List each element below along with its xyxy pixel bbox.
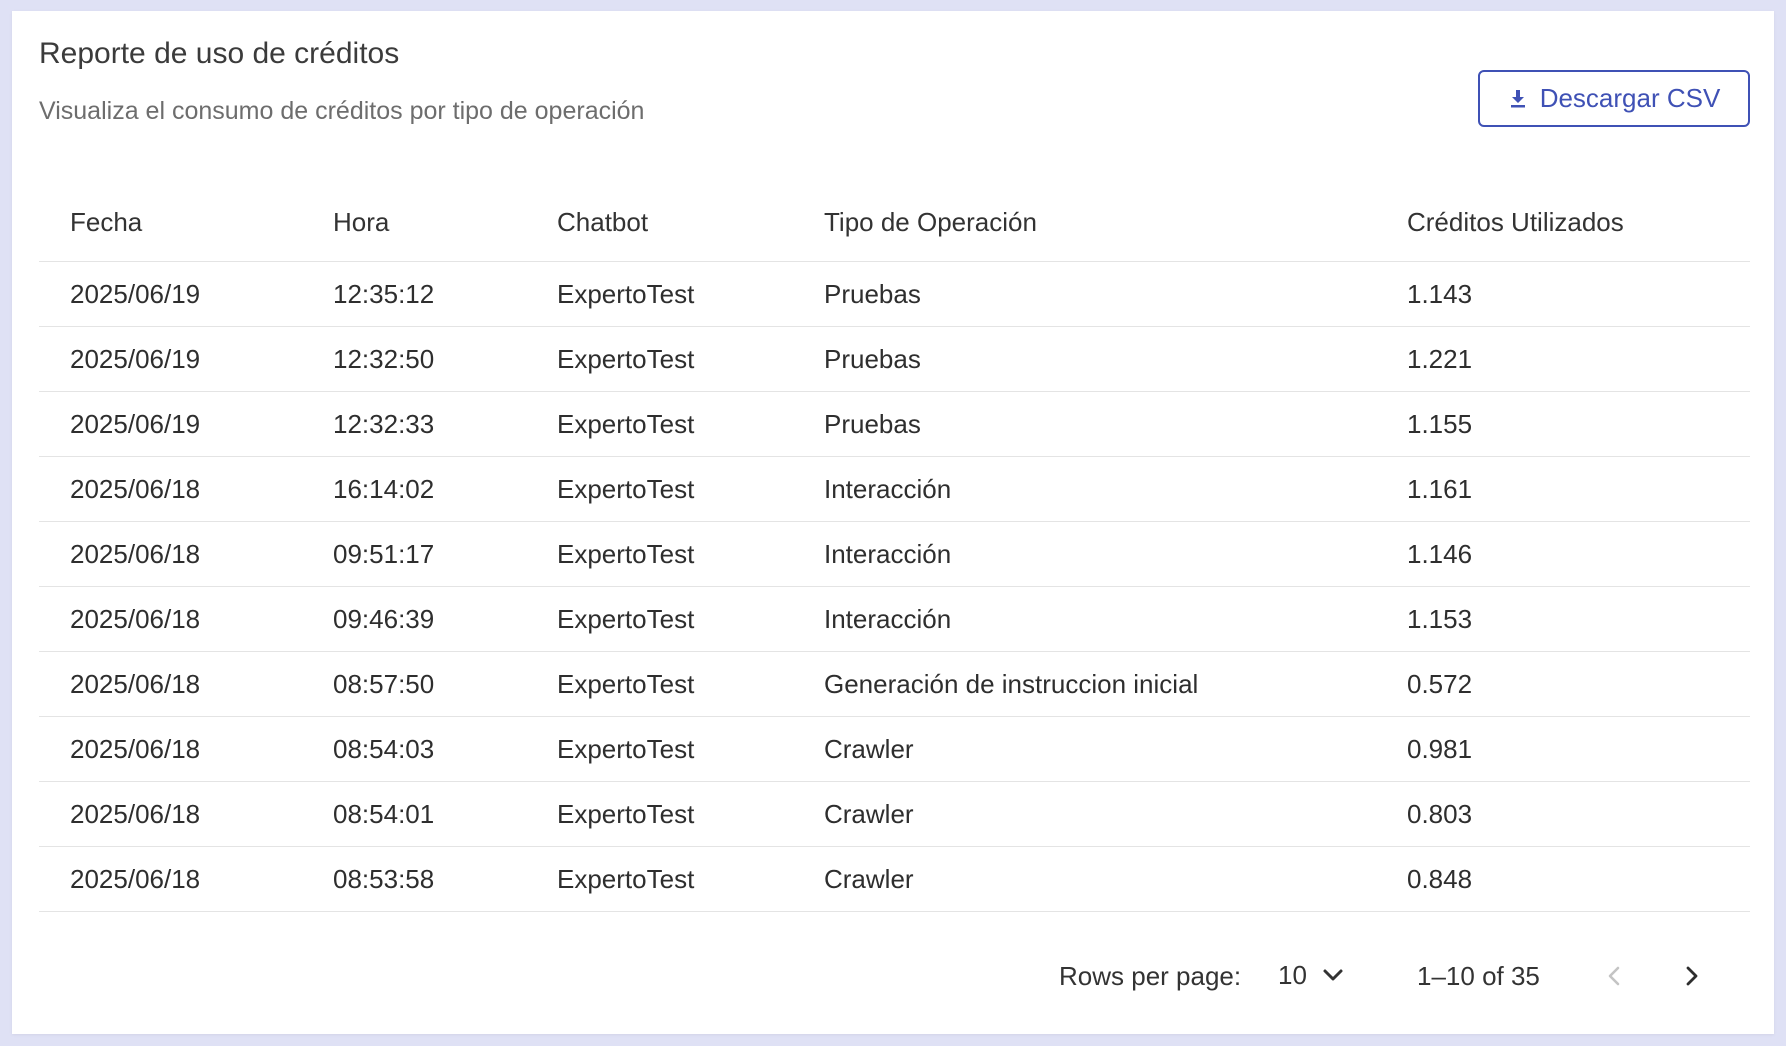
cell-chatbot: ExpertoTest bbox=[557, 863, 695, 894]
cell-creditos: 1.146 bbox=[1407, 538, 1473, 569]
column-header-hora[interactable]: Hora bbox=[302, 207, 526, 238]
chevron-down-icon bbox=[1323, 969, 1343, 981]
cell-tipo-operacion: Interacción bbox=[824, 473, 952, 504]
cell-hora: 12:32:33 bbox=[333, 408, 435, 439]
cell-tipo-operacion: Pruebas bbox=[824, 408, 921, 439]
column-header-chatbot[interactable]: Chatbot bbox=[526, 207, 793, 238]
cell-fecha: 2025/06/18 bbox=[70, 863, 201, 894]
credits-report-card: Reporte de uso de créditos Visualiza el … bbox=[12, 11, 1774, 1034]
cell-chatbot: ExpertoTest bbox=[557, 408, 695, 439]
cell-tipo-operacion: Crawler bbox=[824, 733, 914, 764]
cell-hora: 08:57:50 bbox=[333, 668, 435, 699]
cell-chatbot: ExpertoTest bbox=[557, 798, 695, 829]
pagination-range: 1–10 of 35 bbox=[1417, 961, 1540, 991]
table-row: 2025/06/18 09:51:17 ExpertoTest Interacc… bbox=[39, 522, 1750, 587]
table-row: 2025/06/18 16:14:02 ExpertoTest Interacc… bbox=[39, 457, 1750, 522]
cell-creditos: 1.221 bbox=[1407, 343, 1473, 374]
page-title: Reporte de uso de créditos bbox=[39, 37, 400, 70]
cell-hora: 08:54:03 bbox=[333, 733, 435, 764]
cell-hora: 09:51:17 bbox=[333, 538, 435, 569]
cell-chatbot: ExpertoTest bbox=[557, 278, 695, 309]
cell-fecha: 2025/06/18 bbox=[70, 668, 201, 699]
previous-page-button[interactable] bbox=[1595, 956, 1635, 996]
column-header-creditos-utilizados[interactable]: Créditos Utilizados bbox=[1376, 207, 1750, 238]
cell-creditos: 0.981 bbox=[1407, 733, 1473, 764]
cell-creditos: 0.803 bbox=[1407, 798, 1473, 829]
download-csv-button[interactable]: Descargar CSV bbox=[1478, 70, 1750, 127]
cell-chatbot: ExpertoTest bbox=[557, 343, 695, 374]
download-csv-label: Descargar CSV bbox=[1539, 83, 1721, 113]
page-subtitle: Visualiza el consumo de créditos por tip… bbox=[39, 97, 645, 125]
cell-fecha: 2025/06/18 bbox=[70, 473, 201, 504]
cell-hora: 09:46:39 bbox=[333, 603, 435, 634]
cell-fecha: 2025/06/18 bbox=[70, 538, 201, 569]
rows-per-page-value: 10 bbox=[1278, 959, 1307, 990]
download-icon bbox=[1510, 89, 1525, 107]
table-pagination: Rows per page: 10 1–10 of 35 bbox=[12, 946, 1774, 1006]
cell-creditos: 1.161 bbox=[1407, 473, 1473, 504]
cell-creditos: 0.848 bbox=[1407, 863, 1473, 894]
cell-creditos: 1.155 bbox=[1407, 408, 1473, 439]
cell-tipo-operacion: Interacción bbox=[824, 538, 952, 569]
cell-fecha: 2025/06/18 bbox=[70, 603, 201, 634]
table-row: 2025/06/18 08:57:50 ExpertoTest Generaci… bbox=[39, 652, 1750, 717]
cell-hora: 12:32:50 bbox=[333, 343, 435, 374]
rows-per-page-label: Rows per page: bbox=[1059, 961, 1242, 991]
cell-creditos: 0.572 bbox=[1407, 668, 1473, 699]
table-header-row: Fecha Hora Chatbot Tipo de Operación Cré… bbox=[39, 183, 1750, 262]
chevron-right-icon bbox=[1686, 966, 1698, 986]
cell-chatbot: ExpertoTest bbox=[557, 603, 695, 634]
cell-fecha: 2025/06/19 bbox=[70, 343, 201, 374]
cell-chatbot: ExpertoTest bbox=[557, 473, 695, 504]
table-row: 2025/06/19 12:32:50 ExpertoTest Pruebas … bbox=[39, 327, 1750, 392]
chevron-left-icon bbox=[1608, 966, 1620, 986]
table-row: 2025/06/18 08:54:03 ExpertoTest Crawler … bbox=[39, 717, 1750, 782]
cell-tipo-operacion: Crawler bbox=[824, 863, 914, 894]
next-page-button[interactable] bbox=[1671, 956, 1711, 996]
cell-chatbot: ExpertoTest bbox=[557, 733, 695, 764]
cell-hora: 08:54:01 bbox=[333, 798, 435, 829]
cell-creditos: 1.143 bbox=[1407, 278, 1473, 309]
rows-per-page-select[interactable]: 10 bbox=[1278, 955, 1345, 995]
cell-hora: 08:53:58 bbox=[333, 863, 435, 894]
cell-fecha: 2025/06/18 bbox=[70, 733, 201, 764]
cell-tipo-operacion: Crawler bbox=[824, 798, 914, 829]
table-row: 2025/06/19 12:35:12 ExpertoTest Pruebas … bbox=[39, 262, 1750, 327]
table-row: 2025/06/18 08:53:58 ExpertoTest Crawler … bbox=[39, 847, 1750, 912]
credits-table: Fecha Hora Chatbot Tipo de Operación Cré… bbox=[39, 183, 1750, 912]
table-row: 2025/06/19 12:32:33 ExpertoTest Pruebas … bbox=[39, 392, 1750, 457]
column-header-fecha[interactable]: Fecha bbox=[39, 207, 302, 238]
cell-tipo-operacion: Pruebas bbox=[824, 343, 921, 374]
cell-fecha: 2025/06/18 bbox=[70, 798, 201, 829]
table-row: 2025/06/18 08:54:01 ExpertoTest Crawler … bbox=[39, 782, 1750, 847]
cell-creditos: 1.153 bbox=[1407, 603, 1473, 634]
cell-tipo-operacion: Interacción bbox=[824, 603, 952, 634]
table-row: 2025/06/18 09:46:39 ExpertoTest Interacc… bbox=[39, 587, 1750, 652]
cell-tipo-operacion: Generación de instruccion inicial bbox=[824, 668, 1199, 699]
cell-hora: 16:14:02 bbox=[333, 473, 435, 504]
cell-chatbot: ExpertoTest bbox=[557, 538, 695, 569]
column-header-tipo-operacion[interactable]: Tipo de Operación bbox=[793, 207, 1376, 238]
cell-fecha: 2025/06/19 bbox=[70, 278, 201, 309]
cell-fecha: 2025/06/19 bbox=[70, 408, 201, 439]
cell-chatbot: ExpertoTest bbox=[557, 668, 695, 699]
cell-tipo-operacion: Pruebas bbox=[824, 278, 921, 309]
cell-hora: 12:35:12 bbox=[333, 278, 435, 309]
